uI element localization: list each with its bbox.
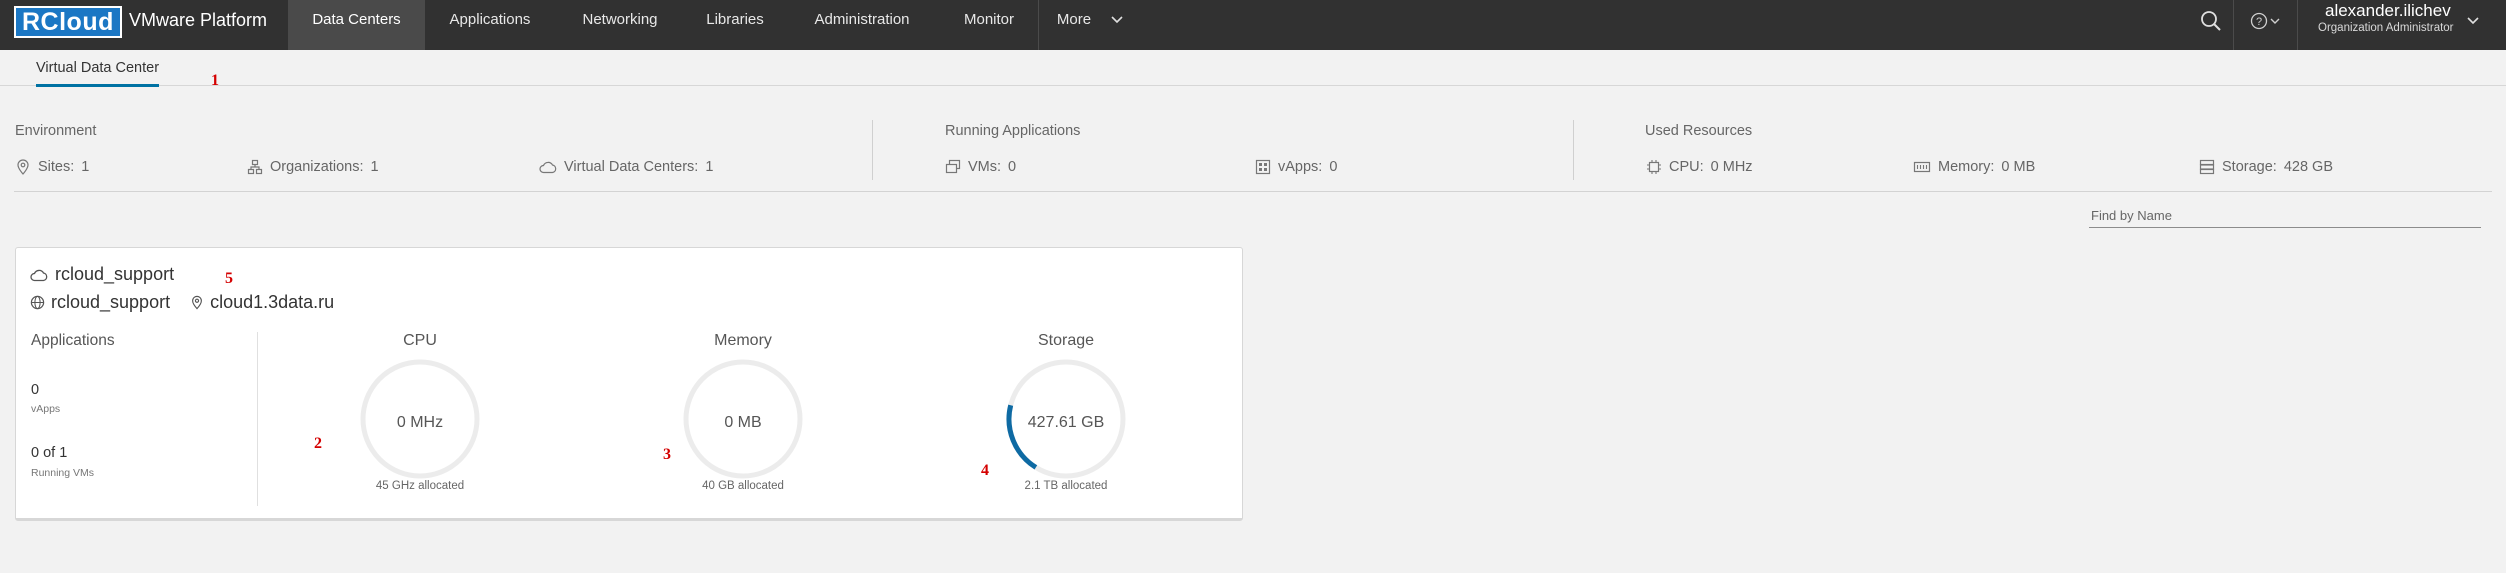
cpu-icon xyxy=(1647,160,1661,174)
summary-memory: Memory: 0 MB xyxy=(1913,159,2035,175)
nav-data-centers[interactable]: Data Centers xyxy=(288,0,425,50)
memory-label: Memory: xyxy=(1938,159,1995,175)
summary-vms: VMs: 0 xyxy=(945,159,1016,175)
summary-cpu: CPU: 0 MHz xyxy=(1646,159,1753,175)
annotation-marker-2: 2 xyxy=(314,435,322,452)
memory-gauge-caption: 40 GB allocated xyxy=(702,480,784,492)
summary-storage: Storage: 428 GB xyxy=(2199,159,2333,175)
nav-more[interactable]: More xyxy=(1040,0,1108,50)
chevron-down-icon[interactable] xyxy=(1110,13,1124,27)
vdc-card-title: rcloud_support xyxy=(30,264,174,285)
annotation-marker-1: 1 xyxy=(211,72,219,89)
annotation-marker-3: 3 xyxy=(663,446,671,463)
nav-applications[interactable]: Applications xyxy=(425,0,555,50)
vms-label: VMs: xyxy=(968,159,1002,175)
used-resources-title: Used Resources xyxy=(1645,123,1753,139)
card-separator xyxy=(257,332,258,506)
organizations-label: Organizations: xyxy=(270,159,364,175)
storage-label: Storage: xyxy=(2222,159,2277,175)
storage-gauge: Storage 427.61 GB 2.1 TB allocated xyxy=(966,332,1166,502)
vapp-icon xyxy=(1255,159,1271,175)
tab-virtual-data-center[interactable]: Virtual Data Center xyxy=(36,60,160,87)
help-icon[interactable]: ? xyxy=(2250,12,2268,30)
map-pin-icon xyxy=(17,159,29,175)
running-vms-count: 0 of 1 xyxy=(31,445,68,461)
organization-icon xyxy=(247,159,263,175)
memory-gauge: Memory 0 MB 40 GB allocated xyxy=(643,332,843,502)
svg-text:?: ? xyxy=(2256,16,2262,28)
platform-title: VMware Platform xyxy=(129,10,268,30)
vapps-caption: vApps xyxy=(31,403,61,415)
nav-separator xyxy=(1038,0,1039,50)
vdc-organization: rcloud_support xyxy=(51,292,171,312)
cloud-icon xyxy=(539,161,557,174)
annotation-marker-5: 5 xyxy=(225,270,233,287)
vapps-count: 0 xyxy=(31,382,40,398)
summary-vdcs: Virtual Data Centers: 1 xyxy=(539,159,713,175)
cpu-gauge: CPU 0 MHz 45 GHz allocated xyxy=(320,332,520,502)
user-name[interactable]: alexander.ilichev xyxy=(2325,1,2451,21)
vdcs-value: 1 xyxy=(705,159,714,175)
cpu-gauge-value: 0 MHz xyxy=(396,414,444,431)
nav-separator xyxy=(2233,0,2234,50)
memory-icon xyxy=(1913,161,1931,173)
storage-gauge-title: Storage xyxy=(1037,332,1095,349)
user-role: Organization Administrator xyxy=(2318,22,2454,34)
organizations-value: 1 xyxy=(370,159,379,175)
environment-title: Environment xyxy=(15,123,97,139)
sub-tabs: Virtual Data Center xyxy=(0,50,2506,87)
running-vms-caption: Running VMs xyxy=(31,467,95,479)
storage-icon xyxy=(2199,159,2215,175)
vdc-card-subtitle: rcloud_support cloud1.3data.ru xyxy=(30,292,334,313)
chevron-down-icon[interactable] xyxy=(2269,15,2281,27)
annotation-marker-4: 4 xyxy=(981,462,989,479)
nav-libraries[interactable]: Libraries xyxy=(685,0,785,50)
vm-icon xyxy=(945,159,961,174)
nav-administration[interactable]: Administration xyxy=(785,0,939,50)
vdc-card[interactable]: rcloud_support rcloud_support cloud1.3da… xyxy=(15,247,1243,521)
summary-organizations: Organizations: 1 xyxy=(247,159,379,175)
storage-value: 428 GB xyxy=(2283,159,2333,175)
sites-value: 1 xyxy=(81,159,90,175)
vdc-name[interactable]: rcloud_support xyxy=(55,264,174,285)
storage-gauge-value: 427.61 GB xyxy=(1027,414,1105,431)
applications-title: Applications xyxy=(31,332,115,349)
cpu-value: 0 MHz xyxy=(1710,159,1753,175)
summary-separator xyxy=(1573,120,1574,180)
find-by-name-input[interactable] xyxy=(2089,204,2481,228)
running-applications-title: Running Applications xyxy=(945,123,1081,139)
cloud-icon xyxy=(30,269,48,281)
summary-divider xyxy=(14,191,2492,192)
cpu-gauge-caption: 45 GHz allocated xyxy=(375,480,465,492)
nav-monitor[interactable]: Monitor xyxy=(939,0,1039,50)
cpu-label: CPU: xyxy=(1669,159,1704,175)
memory-value: 0 MB xyxy=(2001,159,2036,175)
memory-gauge-value: 0 MB xyxy=(724,414,762,431)
search-icon[interactable] xyxy=(2200,10,2222,32)
vapps-label: vApps: xyxy=(1278,159,1323,175)
vdcs-label: Virtual Data Centers: xyxy=(564,159,699,175)
sites-label: Sites: xyxy=(38,159,75,175)
rcloud-logo[interactable]: RCloud xyxy=(14,6,122,38)
nav-networking[interactable]: Networking xyxy=(555,0,685,50)
nav-separator xyxy=(2297,0,2298,50)
summary-sites: Sites: 1 xyxy=(15,159,89,175)
cpu-gauge-title: CPU xyxy=(403,332,437,349)
summary-vapps: vApps: 0 xyxy=(1255,159,1337,175)
summary-separator xyxy=(872,120,873,180)
map-pin-icon xyxy=(192,295,203,310)
storage-gauge-caption: 2.1 TB allocated xyxy=(1024,480,1108,492)
vms-value: 0 xyxy=(1008,159,1017,175)
globe-icon xyxy=(30,295,45,310)
top-nav: RCloud VMware Platform Data Centers Appl… xyxy=(0,0,2506,50)
chevron-down-icon[interactable] xyxy=(2466,14,2480,28)
vapps-value: 0 xyxy=(1329,159,1338,175)
memory-gauge-title: Memory xyxy=(714,332,772,349)
vdc-site: cloud1.3data.ru xyxy=(210,292,335,312)
